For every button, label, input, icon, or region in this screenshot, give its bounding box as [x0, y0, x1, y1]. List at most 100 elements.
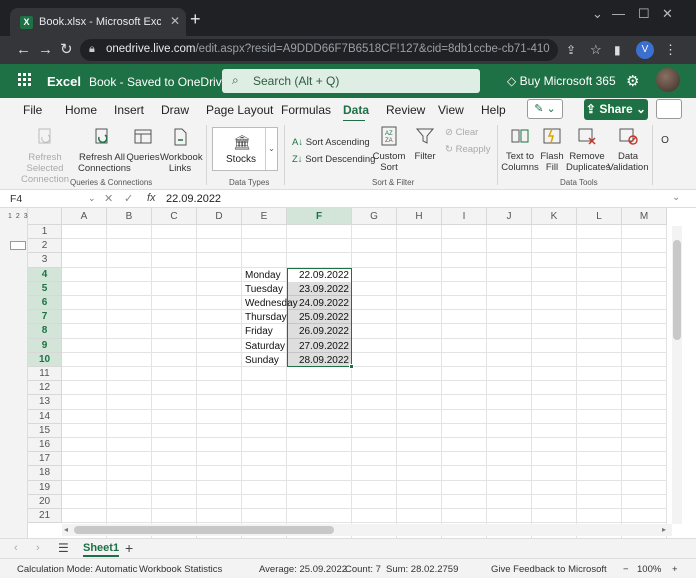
gear-icon[interactable]: ⚙: [626, 72, 639, 90]
row-header-21[interactable]: 21: [28, 509, 62, 524]
tab-help[interactable]: Help: [481, 103, 506, 117]
scroll-right-icon[interactable]: ▸: [662, 525, 666, 534]
zoom-out-icon[interactable]: −: [623, 564, 629, 575]
back-icon[interactable]: ←: [16, 42, 31, 57]
refresh-all-button[interactable]: Refresh All Connections: [78, 127, 131, 174]
tab-view[interactable]: View: [438, 103, 464, 117]
row-header-9[interactable]: 9: [28, 338, 62, 353]
outline-collapse-icon[interactable]: [10, 241, 26, 250]
fill-handle[interactable]: [349, 364, 354, 369]
vertical-scroll-thumb[interactable]: [673, 240, 681, 340]
row-header-10[interactable]: 10: [28, 352, 62, 367]
row-header-19[interactable]: 19: [28, 480, 62, 495]
cell-E4[interactable]: Monday: [245, 269, 281, 283]
row-header-3[interactable]: 3: [28, 253, 62, 268]
profile-avatar[interactable]: V: [636, 41, 654, 59]
outline-levels[interactable]: 1 2 3: [8, 213, 29, 220]
row-header-18[interactable]: 18: [28, 466, 62, 481]
row-header-2[interactable]: 2: [28, 239, 62, 254]
row-header-11[interactable]: 11: [28, 367, 62, 382]
document-name[interactable]: Book - Saved to OneDrive ⌄: [89, 75, 242, 89]
queries-button[interactable]: Queries: [126, 127, 160, 163]
formula-input[interactable]: 22.09.2022: [166, 193, 221, 205]
spreadsheet-grid[interactable]: A B C D E F G H I J K L M 1 2 3 4 5 6 7 8 9 10 11 12 13 14 15 16 17 18…: [0, 208, 696, 538]
buy-microsoft365-link[interactable]: ◇ Buy Microsoft 365: [507, 74, 616, 88]
sort-descending-button[interactable]: Z↓ Sort Descending: [292, 154, 375, 165]
cell-F9[interactable]: 27.09.2022: [287, 340, 349, 354]
row-header-14[interactable]: 14: [28, 409, 62, 424]
row-header-16[interactable]: 16: [28, 438, 62, 453]
app-name[interactable]: Excel: [47, 74, 81, 89]
cell-F7[interactable]: 25.09.2022: [287, 311, 349, 325]
cell-E9[interactable]: Saturday: [245, 340, 285, 354]
tab-draw[interactable]: Draw: [161, 103, 189, 117]
outline-level-1[interactable]: 1: [8, 213, 13, 220]
row-header-6[interactable]: 6: [28, 296, 62, 311]
enter-check-icon[interactable]: ✓: [124, 192, 133, 205]
tab-data[interactable]: Data: [343, 103, 369, 117]
feedback-link[interactable]: Give Feedback to Microsoft: [491, 564, 607, 575]
row-header-5[interactable]: 5: [28, 281, 62, 296]
horizontal-scroll-thumb[interactable]: [74, 526, 334, 534]
new-tab-icon[interactable]: +: [190, 10, 201, 28]
column-header-M[interactable]: M: [622, 208, 667, 225]
stocks-button[interactable]: 🏛︎ Stocks ⌄: [212, 127, 278, 171]
column-header-A[interactable]: A: [62, 208, 107, 225]
cell-F10[interactable]: 28.09.2022: [287, 354, 349, 368]
search-input[interactable]: ⌕ Search (Alt + Q): [222, 69, 480, 93]
share-page-icon[interactable]: ⇪: [566, 43, 576, 58]
row-header-1[interactable]: 1: [28, 225, 62, 240]
filter-button[interactable]: Filter: [410, 126, 440, 162]
outline-level-3[interactable]: 3: [24, 213, 29, 220]
row-header-15[interactable]: 15: [28, 423, 62, 438]
cell-F4[interactable]: 22.09.2022: [287, 269, 349, 283]
row-header-12[interactable]: 12: [28, 381, 62, 396]
bookmark-star-icon[interactable]: ☆: [590, 42, 602, 57]
select-all-corner[interactable]: [28, 208, 62, 225]
row-header-4[interactable]: 4: [28, 267, 62, 282]
column-header-F[interactable]: F: [287, 208, 352, 225]
tab-insert[interactable]: Insert: [114, 103, 144, 117]
tab-file[interactable]: File: [23, 103, 42, 117]
workbook-links-button[interactable]: Workbook Links: [160, 127, 203, 174]
prev-sheet-icon[interactable]: ‹: [14, 542, 18, 554]
url-input[interactable]: 🔒︎ onedrive.live.com/edit.aspx?resid=A9D…: [80, 39, 558, 61]
forward-icon[interactable]: →: [38, 42, 53, 57]
column-header-K[interactable]: K: [532, 208, 577, 225]
cell-E5[interactable]: Tuesday: [245, 283, 283, 297]
remove-duplicates-button[interactable]: Remove Duplicates: [566, 126, 610, 173]
editing-mode-button[interactable]: ✎ ⌄: [527, 99, 563, 119]
column-header-G[interactable]: G: [352, 208, 397, 225]
zoom-in-icon[interactable]: +: [672, 564, 678, 575]
tab-review[interactable]: Review: [386, 103, 425, 117]
minimize-icon[interactable]: —: [612, 6, 625, 21]
cell-E7[interactable]: Thursday: [245, 311, 287, 325]
window-close-icon[interactable]: ✕: [662, 6, 673, 22]
tab-home[interactable]: Home: [65, 103, 97, 117]
tab-page-layout[interactable]: Page Layout: [206, 103, 273, 117]
outline-level-2[interactable]: 2: [16, 213, 21, 220]
cell-E10[interactable]: Sunday: [245, 354, 279, 368]
tab-close-icon[interactable]: ✕: [170, 14, 180, 28]
stocks-dropdown-icon[interactable]: ⌄: [265, 128, 277, 170]
row-header-20[interactable]: 20: [28, 494, 62, 509]
sidebar-icon[interactable]: ▮: [614, 43, 621, 58]
user-avatar[interactable]: [656, 68, 680, 92]
name-box[interactable]: F4: [10, 193, 22, 205]
comments-icon[interactable]: [656, 99, 682, 119]
chevron-down-icon[interactable]: ⌄: [592, 6, 603, 22]
flash-fill-button[interactable]: Flash Fill: [538, 126, 566, 173]
clear-button[interactable]: ⊘ Clear: [445, 127, 478, 138]
maximize-icon[interactable]: ☐: [638, 6, 650, 22]
custom-sort-button[interactable]: AZ ZA Custom Sort: [370, 126, 408, 173]
sort-ascending-button[interactable]: A↓ Sort Ascending: [292, 137, 370, 148]
browser-tab[interactable]: X Book.xlsx - Microsoft Excel Online ✕: [10, 8, 186, 36]
share-button[interactable]: ⇪ Share ⌄: [584, 99, 648, 120]
sheet-tab-sheet1[interactable]: Sheet1: [83, 542, 120, 557]
column-header-L[interactable]: L: [577, 208, 622, 225]
column-header-D[interactable]: D: [197, 208, 242, 225]
add-sheet-icon[interactable]: +: [125, 540, 133, 556]
cell-F6[interactable]: 24.09.2022: [287, 297, 349, 311]
column-header-H[interactable]: H: [397, 208, 442, 225]
expand-formula-bar-icon[interactable]: ⌄: [672, 192, 680, 203]
